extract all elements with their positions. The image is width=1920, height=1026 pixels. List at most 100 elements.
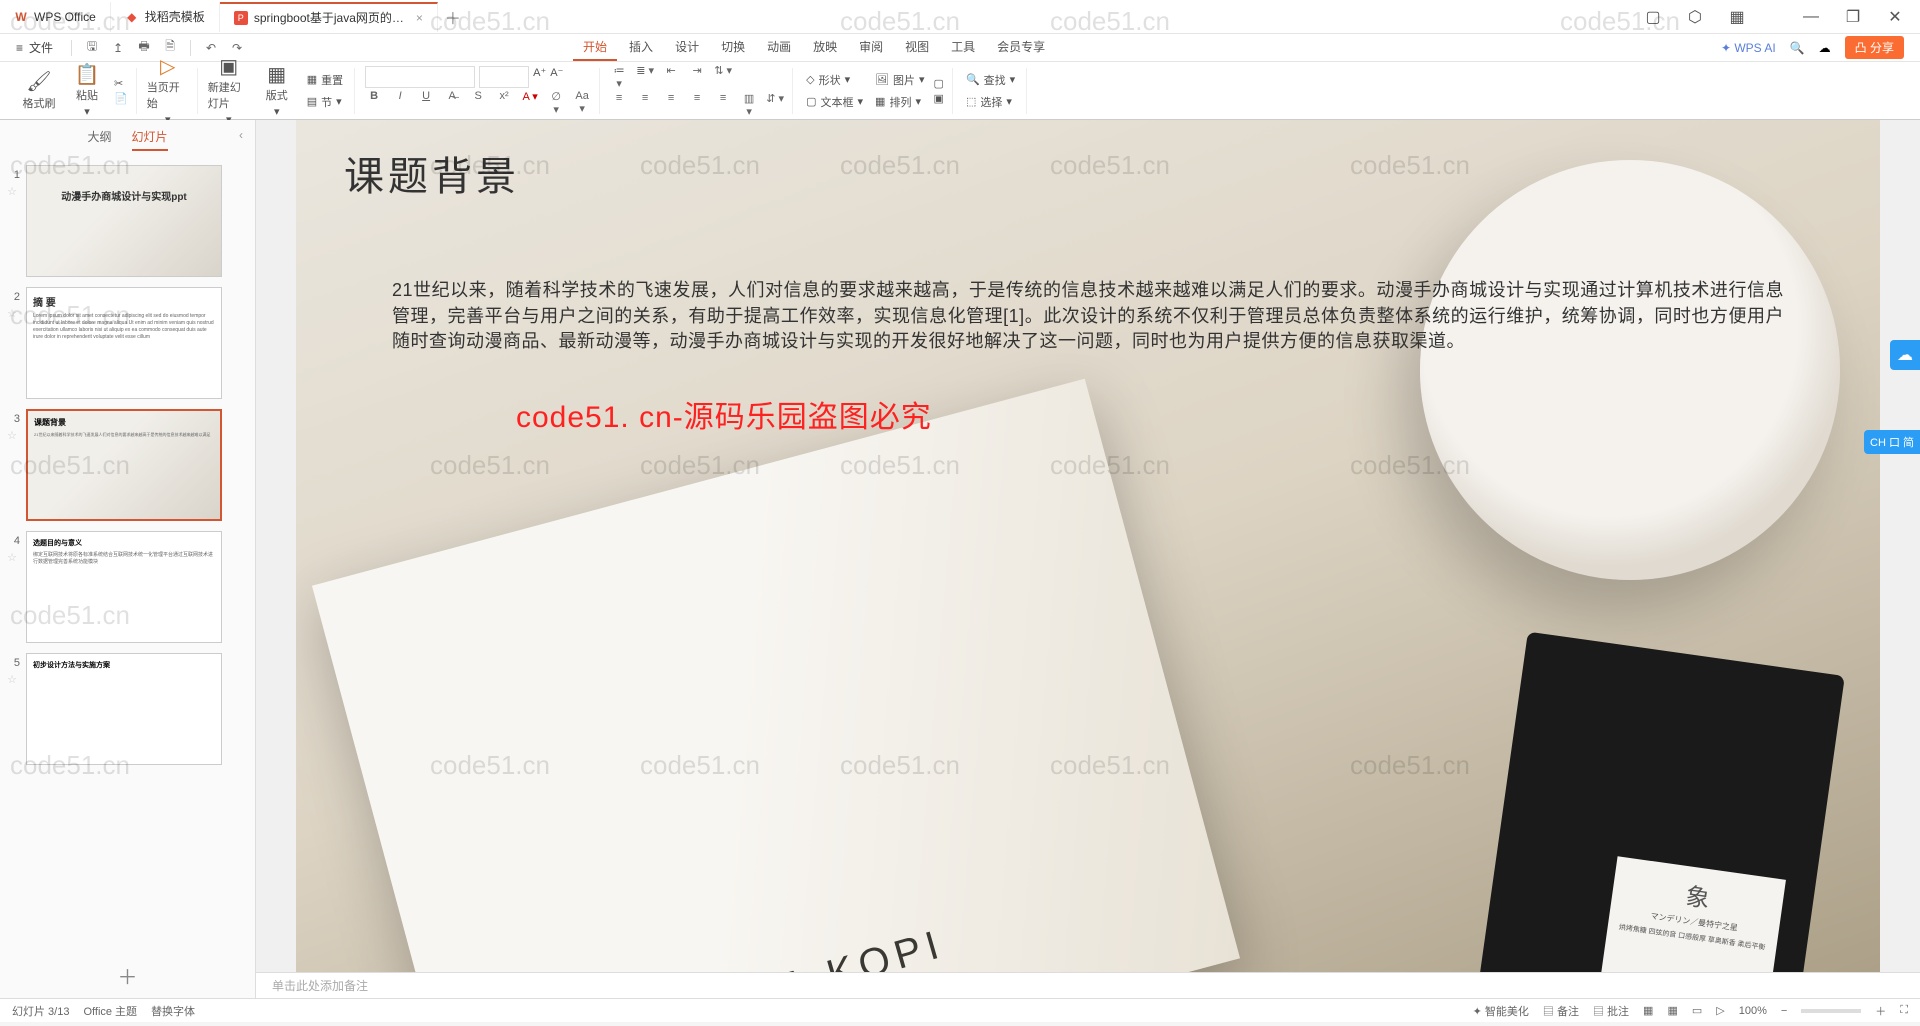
redo-icon[interactable]: ↷: [227, 41, 247, 55]
cloud-sync-button[interactable]: ☁: [1890, 340, 1920, 370]
text-direction-icon[interactable]: ⇵ ▾: [766, 92, 784, 118]
select-button[interactable]: ⬚ 选择 ▾: [963, 92, 1018, 112]
tab-close-button[interactable]: ×: [416, 11, 423, 25]
tab-document[interactable]: P springboot基于java网页的… ×: [220, 2, 438, 32]
cut-icon[interactable]: ✂: [114, 77, 128, 90]
distribute-icon[interactable]: ≡: [714, 92, 732, 118]
zoom-out-icon[interactable]: −: [1781, 1005, 1787, 1017]
view-normal-icon[interactable]: ▦: [1643, 1004, 1653, 1017]
italic-icon[interactable]: I: [391, 90, 409, 116]
align-left-icon[interactable]: ≡: [610, 92, 628, 118]
share-button[interactable]: 凸 分享: [1845, 36, 1904, 59]
shadow-icon[interactable]: S: [469, 90, 487, 116]
window-maximize-button[interactable]: ❐: [1838, 4, 1868, 30]
justify-icon[interactable]: ≡: [688, 92, 706, 118]
star-icon[interactable]: ☆: [7, 673, 17, 686]
zoom-level[interactable]: 100%: [1739, 1005, 1767, 1017]
shape-style-icon[interactable]: ▢: [934, 77, 944, 90]
collapse-panel-icon[interactable]: ‹: [239, 128, 243, 142]
slide-thumbnail-2[interactable]: 摘 要Lorem ipsum dolor sit amet consectetu…: [26, 287, 222, 399]
textbox-button[interactable]: ▢ 文本框 ▾: [803, 92, 866, 112]
star-icon[interactable]: ☆: [7, 185, 17, 198]
bullets-icon[interactable]: ≔ ▾: [610, 64, 628, 90]
highlight-icon[interactable]: ∅ ▾: [547, 90, 565, 116]
thumbnails-list[interactable]: 1☆ 动漫手办商城设计与实现ppt 2☆ 摘 要Lorem ipsum dolo…: [0, 159, 255, 953]
align-center-icon[interactable]: ≡: [636, 92, 654, 118]
font-size-select[interactable]: [479, 66, 529, 88]
undo-icon[interactable]: ↶: [201, 41, 221, 55]
slide-thumbnail-1[interactable]: 动漫手办商城设计与实现ppt: [26, 165, 222, 277]
save-icon[interactable]: 🖫: [82, 37, 102, 58]
view-reading-icon[interactable]: ▭: [1692, 1004, 1702, 1017]
star-icon[interactable]: ☆: [7, 429, 17, 442]
wps-ai-button[interactable]: ✦ WPS AI: [1721, 41, 1776, 55]
tab-member[interactable]: 会员专享: [987, 34, 1055, 61]
window-cube-icon[interactable]: ⬡: [1680, 4, 1710, 30]
slide-thumbnail-4[interactable]: 选题目的与意义绑定互联网技术将原各标准系统结合互联网技术统一化管理平台通过互联网…: [26, 531, 222, 643]
notes-placeholder[interactable]: 单击此处添加备注: [256, 972, 1920, 998]
view-slideshow-icon[interactable]: ▷: [1716, 1004, 1724, 1017]
thumb-row[interactable]: 1☆ 动漫手办商城设计与实现ppt: [4, 165, 245, 277]
arrange-button[interactable]: ▦ 排列 ▾: [872, 92, 928, 112]
strikethrough-icon[interactable]: A̶: [443, 90, 461, 116]
tab-design[interactable]: 设计: [665, 34, 709, 61]
tab-home[interactable]: 开始: [573, 34, 617, 61]
slide-thumbnail-3[interactable]: 课题背景21世纪以来随着科学技术的飞速发展人们对信息的要求越来越高于是传统的信息…: [26, 409, 222, 521]
app-menu-button[interactable]: ≡ 文件: [8, 39, 61, 56]
window-minimize-button[interactable]: —: [1796, 4, 1826, 30]
align-right-icon[interactable]: ≡: [662, 92, 680, 118]
section-button[interactable]: ▤ 节 ▾: [304, 92, 346, 112]
font-replace[interactable]: 替换字体: [151, 1003, 195, 1019]
shape-fill-icon[interactable]: ▣: [934, 92, 944, 105]
tab-transition[interactable]: 切换: [711, 34, 755, 61]
superscript-icon[interactable]: x²: [495, 90, 513, 116]
ime-badge[interactable]: CH 口 简: [1864, 430, 1920, 454]
search-icon[interactable]: 🔍: [1790, 41, 1805, 55]
paste-button[interactable]: 📋粘贴 ▾: [66, 63, 108, 118]
fit-slide-icon[interactable]: ⛶: [1900, 1004, 1908, 1017]
slides-tab[interactable]: 幻灯片: [132, 128, 168, 151]
tab-add-button[interactable]: ＋: [438, 5, 468, 29]
comments-toggle[interactable]: ▤ 批注: [1593, 1003, 1629, 1019]
font-color-icon[interactable]: A ▾: [521, 90, 539, 116]
export-icon[interactable]: ↥: [108, 41, 128, 55]
slide-canvas[interactable]: 象 マンデリン／曼特宁之星 烘烤焦糖 四弦的音 口感般厚 草奥斯香 柔后平衡 课…: [296, 120, 1880, 972]
view-sorter-icon[interactable]: ▦: [1667, 1004, 1677, 1017]
window-close-button[interactable]: ✕: [1880, 4, 1910, 30]
format-painter-button[interactable]: 🖌格式刷: [18, 71, 60, 111]
tab-insert[interactable]: 插入: [619, 34, 663, 61]
layout-button[interactable]: ▦版式 ▾: [256, 63, 298, 118]
star-icon[interactable]: ☆: [7, 551, 17, 564]
columns-icon[interactable]: ▥ ▾: [740, 92, 758, 118]
cloud-icon[interactable]: ☁: [1819, 41, 1831, 55]
bold-icon[interactable]: B: [365, 90, 383, 116]
underline-icon[interactable]: U: [417, 90, 435, 116]
tab-templates[interactable]: ◆ 找稻壳模板: [111, 2, 220, 32]
shape-button[interactable]: ◇ 形状 ▾: [803, 70, 866, 90]
smart-beautify-button[interactable]: ✦ 智能美化: [1473, 1003, 1529, 1019]
numbering-icon[interactable]: ≣ ▾: [636, 64, 654, 90]
slide-body-text[interactable]: 21世纪以来，随着科学技术的飞速发展，人们对信息的要求越来越高，于是传统的信息技…: [392, 278, 1784, 355]
tab-view[interactable]: 视图: [895, 34, 939, 61]
start-from-current-button[interactable]: ▷当页开始 ▾: [147, 55, 189, 126]
decrease-font-icon[interactable]: A⁻: [550, 66, 563, 88]
star-icon[interactable]: ☆: [7, 307, 17, 320]
zoom-in-icon[interactable]: ＋: [1875, 1003, 1886, 1019]
thumb-row[interactable]: 2☆ 摘 要Lorem ipsum dolor sit amet consect…: [4, 287, 245, 399]
tab-wps-office[interactable]: W WPS Office: [0, 2, 111, 32]
slide-thumbnail-5[interactable]: 初步设计方法与实施方案: [26, 653, 222, 765]
zoom-slider[interactable]: [1801, 1009, 1861, 1013]
increase-indent-icon[interactable]: ⇥: [688, 64, 706, 90]
tab-tools[interactable]: 工具: [941, 34, 985, 61]
window-app-icon[interactable]: ▢: [1638, 4, 1668, 30]
reset-button[interactable]: ▦ 重置: [304, 70, 346, 90]
decrease-indent-icon[interactable]: ⇤: [662, 64, 680, 90]
thumb-row[interactable]: 5☆ 初步设计方法与实施方案: [4, 653, 245, 765]
increase-font-icon[interactable]: A⁺: [533, 66, 546, 88]
tab-review[interactable]: 审阅: [849, 34, 893, 61]
thumb-row[interactable]: 3☆ 课题背景21世纪以来随着科学技术的飞速发展人们对信息的要求越来越高于是传统…: [4, 409, 245, 521]
window-history-icon[interactable]: ▦: [1722, 4, 1752, 30]
change-case-icon[interactable]: Aa ▾: [573, 90, 591, 116]
thumb-row[interactable]: 4☆ 选题目的与意义绑定互联网技术将原各标准系统结合互联网技术统一化管理平台通过…: [4, 531, 245, 643]
notes-toggle[interactable]: ▤ 备注: [1543, 1003, 1579, 1019]
